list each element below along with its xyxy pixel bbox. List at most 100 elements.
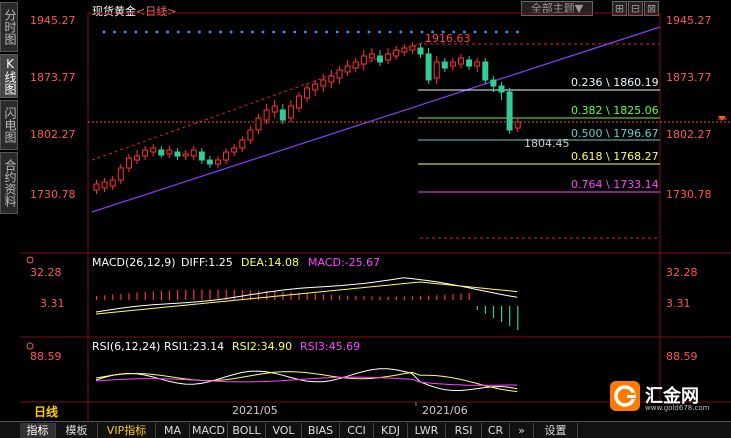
candle-body[interactable] bbox=[125, 157, 132, 169]
candle-body[interactable] bbox=[385, 53, 392, 61]
candle-body[interactable] bbox=[198, 151, 205, 161]
candle-body[interactable] bbox=[287, 105, 294, 119]
macd-bar bbox=[395, 296, 397, 300]
candle-body[interactable] bbox=[368, 53, 375, 59]
candle-body[interactable] bbox=[482, 61, 489, 81]
tab-vol[interactable]: VOL bbox=[266, 423, 302, 438]
candle-body[interactable] bbox=[263, 109, 270, 121]
candle-body[interactable] bbox=[352, 61, 359, 69]
candle-body[interactable] bbox=[271, 105, 278, 113]
tab-cr[interactable]: CR bbox=[482, 423, 510, 438]
candle-body[interactable] bbox=[247, 129, 254, 141]
tab-bias[interactable]: BIAS bbox=[302, 423, 340, 438]
tab-indicators[interactable]: 指标 bbox=[20, 423, 56, 438]
candle-body[interactable] bbox=[101, 181, 108, 189]
candle-body[interactable] bbox=[490, 79, 497, 87]
macd-histogram bbox=[96, 289, 519, 330]
candle-body[interactable] bbox=[360, 55, 367, 65]
tab-vip-indicators[interactable]: VIP指标 bbox=[98, 423, 156, 438]
candle-body[interactable] bbox=[109, 179, 116, 187]
tab-ma[interactable]: MA bbox=[156, 423, 190, 438]
candle-body[interactable] bbox=[239, 139, 246, 149]
candle-body[interactable] bbox=[296, 95, 302, 109]
candle-body[interactable] bbox=[466, 59, 473, 67]
candle-body[interactable] bbox=[393, 49, 400, 57]
macd-bar bbox=[241, 289, 243, 300]
kline-chart[interactable]: 1945.27 1873.77 1802.27 1730.78 1945.27 … bbox=[0, 0, 731, 421]
tab-macd[interactable]: MACD bbox=[190, 423, 228, 438]
candle-body[interactable] bbox=[255, 117, 262, 131]
tab-lwr[interactable]: LWR bbox=[408, 423, 446, 438]
candle-body[interactable] bbox=[474, 61, 481, 67]
candle-body[interactable] bbox=[312, 83, 319, 91]
tab-settings[interactable]: 设置 bbox=[534, 423, 578, 438]
candle-body[interactable] bbox=[417, 47, 424, 55]
candle-body[interactable] bbox=[328, 75, 335, 83]
macd-title: MACD(26,12,9) bbox=[92, 256, 176, 269]
tab-boll[interactable]: BOLL bbox=[228, 423, 266, 438]
candle-body[interactable] bbox=[336, 69, 343, 79]
candle-body[interactable] bbox=[158, 149, 165, 156]
candle-body[interactable] bbox=[93, 183, 100, 191]
candle-body[interactable] bbox=[377, 55, 383, 63]
fib-label-0382: 0.382 \ 1825.06 bbox=[571, 104, 659, 117]
candle-body[interactable] bbox=[206, 159, 213, 165]
macd-bar bbox=[355, 295, 357, 300]
tab-rsi[interactable]: RSI bbox=[446, 423, 482, 438]
macd-dea-value: DEA:14.08 bbox=[241, 256, 299, 269]
macd-bar bbox=[509, 306, 511, 326]
candle-body[interactable] bbox=[117, 167, 124, 181]
candle-body[interactable] bbox=[433, 61, 440, 79]
signal-dot bbox=[293, 30, 297, 34]
macd-bar bbox=[128, 293, 130, 300]
candle-body[interactable] bbox=[223, 151, 230, 161]
price-axis-label: 1945.27 bbox=[666, 14, 712, 27]
macd-bar bbox=[193, 289, 195, 300]
price-axis-label: 1802.27 bbox=[30, 128, 76, 141]
tab-kdj[interactable]: KDJ bbox=[374, 423, 408, 438]
price-axis-label: 1730.78 bbox=[30, 188, 76, 201]
macd-bar bbox=[484, 306, 486, 314]
candle-body[interactable] bbox=[304, 87, 311, 99]
settings-icon[interactable] bbox=[26, 342, 34, 350]
candle-body[interactable] bbox=[150, 147, 157, 153]
candle-body[interactable] bbox=[449, 61, 456, 67]
macd-bar bbox=[104, 295, 106, 300]
candle-body[interactable] bbox=[498, 85, 505, 93]
candle-body[interactable] bbox=[166, 149, 173, 155]
macd-bar bbox=[387, 296, 389, 300]
candle-body[interactable] bbox=[344, 65, 351, 73]
candle-body[interactable] bbox=[231, 147, 238, 153]
candle-body[interactable] bbox=[190, 149, 197, 157]
tab-templates[interactable]: 模板 bbox=[56, 423, 98, 438]
macd-bar bbox=[274, 291, 276, 300]
candle-body[interactable] bbox=[182, 153, 189, 157]
candle-body[interactable] bbox=[514, 121, 521, 129]
candle-body[interactable] bbox=[134, 155, 140, 161]
candle-body[interactable] bbox=[409, 45, 416, 51]
macd-bar bbox=[420, 295, 422, 300]
more-tabs-icon[interactable]: » bbox=[510, 423, 534, 438]
candle-body[interactable] bbox=[458, 57, 464, 65]
candle-body[interactable] bbox=[425, 53, 432, 81]
rsi2-value: RSI2:34.90 bbox=[232, 340, 292, 353]
signal-dot bbox=[335, 30, 339, 34]
candle-body[interactable] bbox=[174, 151, 181, 157]
candle-body[interactable] bbox=[441, 61, 448, 69]
macd-bar bbox=[314, 293, 316, 300]
settings-icon[interactable] bbox=[26, 256, 34, 264]
candle-body[interactable] bbox=[506, 91, 513, 131]
candle-body[interactable] bbox=[401, 47, 408, 53]
candle-body[interactable] bbox=[142, 149, 149, 157]
signal-dot bbox=[282, 30, 286, 34]
signal-dot bbox=[123, 30, 127, 34]
candle-body[interactable] bbox=[215, 159, 221, 165]
period-label[interactable]: 日线 bbox=[34, 404, 58, 419]
macd-diff-value: DIFF:1.25 bbox=[181, 256, 233, 269]
macd-bar bbox=[492, 306, 495, 318]
candle-body[interactable] bbox=[279, 109, 286, 121]
tab-cci[interactable]: CCI bbox=[340, 423, 374, 438]
macd-axis-label: 3.31 bbox=[40, 297, 65, 310]
price-axis-label: 1730.78 bbox=[666, 188, 712, 201]
candle-body[interactable] bbox=[320, 79, 327, 87]
